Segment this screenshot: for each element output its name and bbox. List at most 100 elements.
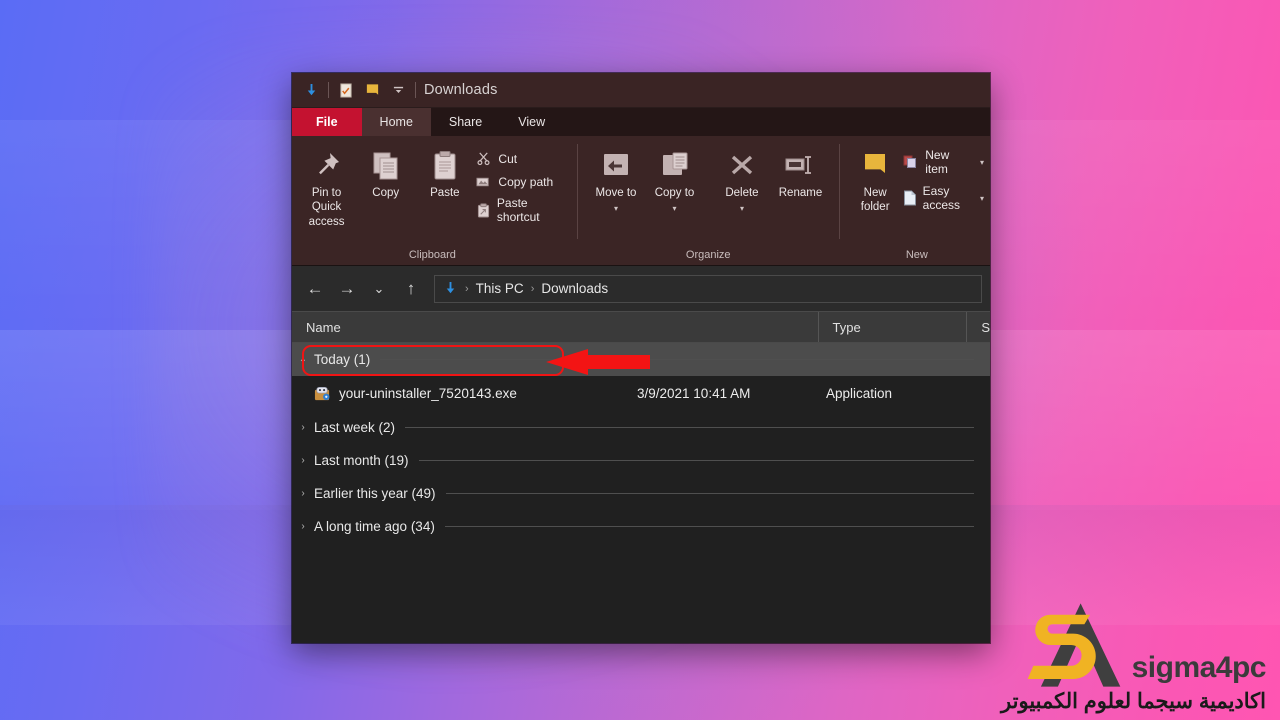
copy-to-label: Copy to [654, 187, 695, 199]
group-rule-4 [445, 493, 974, 494]
watermark-logo-row: sigma4pc [976, 599, 1267, 691]
sigma4pc-logo-icon [1027, 603, 1120, 687]
customize-chevron-icon[interactable] [389, 81, 407, 99]
copy-button[interactable]: Copy [357, 144, 414, 204]
group-label-organize: Organize [685, 249, 731, 261]
column-header-name[interactable]: Name [292, 312, 818, 342]
group-header-earlier-this-year[interactable]: › Earlier this year (49) [292, 477, 990, 510]
ribbon: Pin to Quick access Copy Paste Cut Copy … [292, 136, 990, 265]
group-label-last-month: Last month (19) [314, 453, 409, 468]
chevron-right-icon-3[interactable]: › [292, 488, 314, 499]
chevron-down-icon-2[interactable]: ▾ [673, 204, 677, 214]
column-header-size[interactable]: S [966, 312, 990, 342]
divider [328, 82, 329, 98]
delete-x-icon [727, 148, 757, 182]
address-bar: ← → ⌄ ↑ › This PC › Downloads [292, 265, 990, 311]
group-header-last-week[interactable]: › Last week (2) [292, 411, 990, 444]
ribbon-divider-1 [576, 144, 578, 239]
new-item-icon [903, 154, 920, 171]
watermark-arabic: اكاديمية سيجما لعلوم الكمبيوتر [1001, 690, 1266, 713]
group-rule-3 [418, 460, 974, 461]
chevron-down-icon-group[interactable]: ⌄ [292, 354, 314, 365]
chevron-down-icon[interactable]: ▾ [614, 204, 618, 214]
chevron-right-icon-2[interactable]: › [292, 455, 314, 466]
column-headers: Name Type S [292, 311, 990, 343]
new-item-button[interactable]: New item ▾ [903, 148, 984, 176]
copy-path-label: Copy path [498, 174, 554, 189]
group-header-a-long-time-ago[interactable]: › A long time ago (34) [292, 510, 990, 543]
forward-arrow-icon[interactable]: → [332, 274, 362, 304]
paste-button[interactable]: Paste [416, 144, 473, 204]
copy-path-button[interactable]: Copy path [475, 173, 566, 190]
pin-to-quick-access-button[interactable]: Pin to Quick access [298, 144, 355, 233]
easy-access-label: Easy access [922, 184, 961, 212]
back-arrow-icon[interactable]: ← [300, 274, 330, 304]
breadcrumb-downloads-arrow-icon [443, 281, 458, 296]
ribbon-group-new: New folder New item ▾ Easy access ▾ New [844, 136, 990, 265]
ribbon-divider-2 [838, 144, 840, 239]
file-explorer-window: Downloads File Home Share View Pin to Qu… [292, 73, 990, 643]
title-bar: Downloads [292, 73, 990, 108]
copy-path-icon [475, 173, 492, 190]
cut-label: Cut [498, 151, 518, 166]
application-exe-icon [314, 385, 331, 402]
delete-button[interactable]: Delete ▾ [714, 144, 771, 218]
tab-file[interactable]: File [292, 108, 362, 136]
pin-to-quick-access-label: Pin to Quick access [308, 187, 345, 228]
column-header-type[interactable]: Type [817, 312, 967, 342]
ribbon-group-organize: Move to ▾ Copy to ▾ Delete ▾ Rename Orga… [582, 136, 835, 265]
watermark-brand: sigma4pc [1131, 651, 1267, 684]
tab-view[interactable]: View [500, 108, 563, 136]
easy-access-button[interactable]: Easy access ▾ [903, 184, 984, 212]
file-type-cell: Application [826, 386, 893, 401]
recent-chevron-icon[interactable]: ⌄ [364, 274, 394, 304]
group-header-last-month[interactable]: › Last month (19) [292, 444, 990, 477]
table-row[interactable]: your-uninstaller_7520143.exe 3/9/2021 10… [292, 345, 990, 411]
copy-label: Copy [372, 187, 400, 199]
breadcrumb-separator-1: › [465, 282, 469, 295]
move-to-label: Move to [595, 187, 637, 199]
chevron-down-icon-5[interactable]: ▾ [980, 194, 984, 203]
window-title: Downloads [424, 82, 498, 98]
rename-button[interactable]: Rename [772, 144, 829, 204]
move-to-button[interactable]: Move to ▾ [588, 144, 645, 218]
ribbon-group-clipboard: Pin to Quick access Copy Paste Cut Copy … [292, 136, 573, 265]
group-label-earlier-this-year: Earlier this year (49) [314, 486, 436, 501]
pin-icon [312, 148, 342, 182]
delete-label: Delete [725, 187, 759, 199]
clipboard-small-buttons: Cut Copy path Paste shortcut [475, 144, 566, 224]
breadcrumb-this-pc[interactable]: This PC [476, 281, 524, 296]
new-folder-button[interactable]: New folder [850, 144, 901, 219]
copy-to-icon [659, 148, 691, 182]
chevron-right-icon-4[interactable]: › [292, 521, 314, 532]
chevron-down-icon-3[interactable]: ▾ [740, 204, 744, 214]
group-header-today[interactable]: ⌄ Today (1) [292, 343, 990, 376]
paste-shortcut-icon [475, 202, 490, 219]
new-folder-icon [860, 148, 890, 182]
new-folder-icon[interactable] [363, 81, 381, 99]
group-label-a-long-time-ago: A long time ago (34) [314, 519, 435, 534]
chevron-down-icon-4[interactable]: ▾ [980, 158, 984, 167]
tab-share[interactable]: Share [431, 108, 500, 136]
chevron-right-icon-1[interactable]: › [292, 422, 314, 433]
paste-shortcut-button[interactable]: Paste shortcut [475, 196, 566, 224]
copy-icon [371, 148, 401, 182]
downloads-arrow-icon[interactable] [302, 81, 320, 99]
up-arrow-icon[interactable]: ↑ [396, 274, 426, 304]
group-label-today: Today (1) [314, 352, 371, 367]
new-folder-label: New folder [860, 187, 890, 214]
paste-shortcut-label: Paste shortcut [496, 196, 540, 224]
cut-button[interactable]: Cut [475, 150, 566, 167]
properties-icon[interactable] [337, 81, 355, 99]
breadcrumb-downloads[interactable]: Downloads [541, 281, 608, 296]
copy-to-button[interactable]: Copy to ▾ [646, 144, 703, 218]
rename-icon [783, 148, 817, 182]
group-rule [380, 359, 974, 360]
tab-home[interactable]: Home [361, 108, 431, 136]
new-item-label: New item [925, 148, 950, 176]
file-date-cell: 3/9/2021 10:41 AM [637, 386, 751, 401]
ribbon-tab-bar: File Home Share View [292, 108, 990, 136]
breadcrumb-separator-2: › [530, 282, 535, 295]
breadcrumb[interactable]: › This PC › Downloads [434, 274, 982, 303]
group-label-new: New [905, 249, 928, 261]
